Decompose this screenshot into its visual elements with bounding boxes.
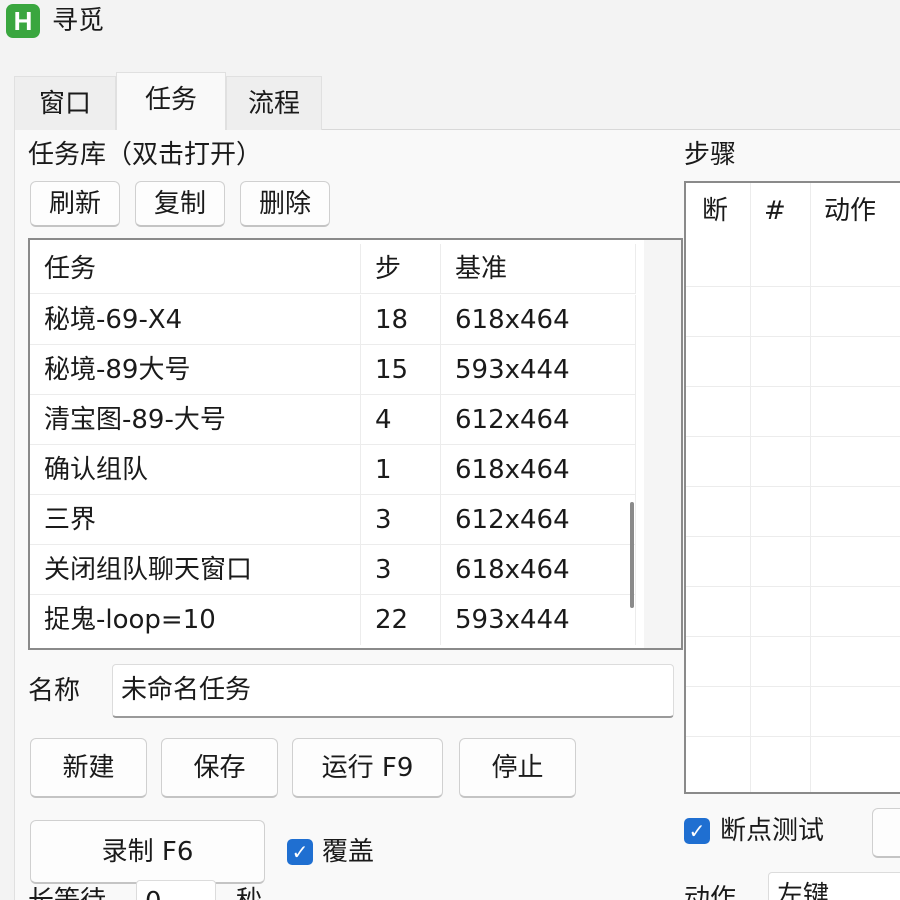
tab-window[interactable]: 窗口 [14, 76, 116, 130]
steps-column-divider [810, 183, 811, 792]
task-steps-cell: 3 [361, 495, 441, 545]
long-wait-label: 长等待 [28, 884, 106, 900]
task-library-title: 任务库（双击打开） [28, 140, 263, 170]
table-row[interactable]: 三界 3 612x464 [30, 495, 636, 545]
task-table[interactable]: 任务 步 基准 秘境-69-X4 18 618x464 秘境-89大号 15 5… [28, 238, 683, 650]
name-label: 名称 [28, 676, 81, 706]
task-base-cell: 593x444 [441, 595, 636, 645]
task-name-cell: 秘境-89大号 [30, 345, 361, 395]
steps-row-divider [686, 686, 900, 687]
table-row[interactable]: 秘境-69-X4 18 618x464 [30, 295, 636, 345]
task-base-cell: 612x464 [441, 495, 636, 545]
table-row[interactable]: 清宝图-89-大号 4 612x464 [30, 395, 636, 445]
breakpoint-test-checkbox[interactable]: ✓ [684, 818, 710, 844]
task-name-cell: 确认组队 [30, 445, 361, 495]
task-name-cell: 秘境-69-X4 [30, 295, 361, 345]
task-name-cell: 捉鬼-loop=10 [30, 595, 361, 645]
steps-row-divider [686, 386, 900, 387]
task-steps-cell: 18 [361, 295, 441, 345]
steps-row-divider [686, 536, 900, 537]
steps-title: 步骤 [684, 140, 737, 170]
steps-column-divider [750, 183, 751, 792]
table-header: 任务 步 基准 [30, 244, 636, 294]
seconds-label: 秒 [236, 884, 262, 900]
steps-row-divider [686, 636, 900, 637]
table-row[interactable]: 确认组队 1 618x464 [30, 445, 636, 495]
task-steps-cell: 3 [361, 545, 441, 595]
steps-table[interactable]: 断 # 动作 [684, 181, 900, 794]
column-header-task[interactable]: 任务 [30, 244, 361, 294]
action-label: 动作 [684, 884, 737, 900]
task-base-cell: 618x464 [441, 295, 636, 345]
tab-flow[interactable]: 流程 [226, 76, 322, 130]
app-logo-icon: H [6, 4, 40, 38]
title-bar: H 寻觅 [0, 0, 900, 48]
task-name-cell: 关闭组队聊天窗口 [30, 545, 361, 595]
task-steps-cell: 22 [361, 595, 441, 645]
table-row[interactable]: 秘境-89大号 15 593x444 [30, 345, 636, 395]
steps-row-divider [686, 336, 900, 337]
task-base-cell: 618x464 [441, 545, 636, 595]
task-name-cell: 三界 [30, 495, 361, 545]
steps-header-break[interactable]: 断 [702, 191, 728, 231]
steps-row-divider [686, 286, 900, 287]
table-row[interactable]: 捉鬼-loop=10 22 593x444 [30, 595, 636, 645]
steps-row-divider [686, 436, 900, 437]
steps-header-num[interactable]: # [764, 191, 786, 231]
refresh-button[interactable]: 刷新 [30, 181, 120, 227]
steps-row-divider [686, 486, 900, 487]
overwrite-checkbox[interactable]: ✓ [287, 839, 313, 865]
task-steps-cell: 1 [361, 445, 441, 495]
task-name-input[interactable]: 未命名任务 [112, 664, 674, 718]
stop-button[interactable]: 停止 [459, 738, 576, 798]
task-name-cell: 清宝图-89-大号 [30, 395, 361, 445]
overwrite-label: 覆盖 [322, 837, 375, 867]
steps-header-action[interactable]: 动作 [824, 191, 876, 231]
long-wait-input[interactable]: 0 [136, 880, 216, 900]
copy-button[interactable]: 复制 [135, 181, 225, 227]
app-title: 寻觅 [52, 6, 105, 36]
tab-bar: 窗口 任务 流程 [14, 72, 900, 130]
table-scrollbar-thumb[interactable] [630, 502, 634, 608]
action-select[interactable]: 左键 [768, 872, 900, 900]
column-header-steps[interactable]: 步 [361, 244, 441, 294]
breakpoint-test-label: 断点测试 [720, 816, 825, 846]
record-button[interactable]: 录制 F6 [30, 820, 265, 884]
table-row[interactable]: 关闭组队聊天窗口 3 618x464 [30, 545, 636, 595]
run-button[interactable]: 运行 F9 [292, 738, 443, 798]
task-base-cell: 593x444 [441, 345, 636, 395]
delete-button[interactable]: 删除 [240, 181, 330, 227]
task-base-cell: 618x464 [441, 445, 636, 495]
task-steps-cell: 15 [361, 345, 441, 395]
tab-task[interactable]: 任务 [116, 72, 226, 130]
column-header-base[interactable]: 基准 [441, 244, 636, 294]
new-button[interactable]: 新建 [30, 738, 147, 798]
task-steps-cell: 4 [361, 395, 441, 445]
steps-side-button[interactable] [872, 808, 900, 858]
steps-row-divider [686, 736, 900, 737]
table-scrollbar[interactable] [644, 240, 681, 648]
save-button[interactable]: 保存 [161, 738, 278, 798]
steps-row-divider [686, 586, 900, 587]
task-base-cell: 612x464 [441, 395, 636, 445]
